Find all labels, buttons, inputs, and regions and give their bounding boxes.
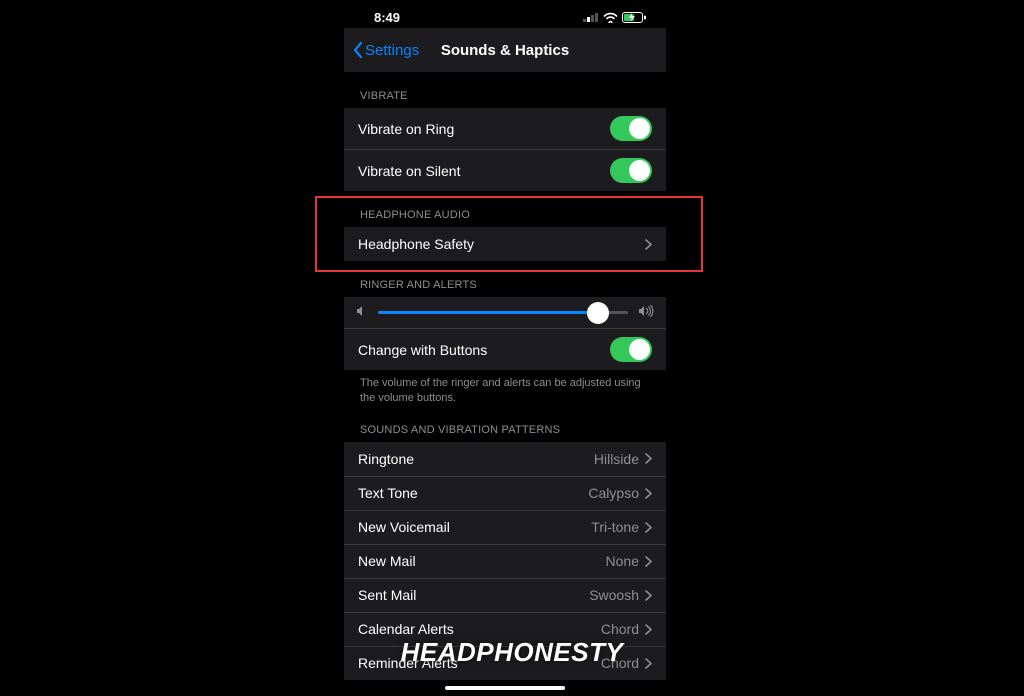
- row-label: Change with Buttons: [358, 342, 487, 358]
- row-label: Text Tone: [358, 485, 418, 501]
- row-label: Headphone Safety: [358, 236, 474, 252]
- row-value: Tri-tone: [591, 519, 639, 535]
- row-value: Hillside: [594, 451, 639, 467]
- row-label: Vibrate on Ring: [358, 121, 454, 137]
- row-pattern[interactable]: Ringtone Hillside: [344, 442, 666, 476]
- row-label: Reminder Alerts: [358, 655, 458, 671]
- home-indicator[interactable]: [445, 686, 565, 690]
- battery-icon: [622, 12, 646, 23]
- volume-high-icon: [638, 305, 654, 320]
- chevron-right-icon: [645, 556, 652, 567]
- phone-frame: 8:49 Settings Sounds & Haptics Vibrate V…: [344, 0, 666, 696]
- row-value: None: [606, 553, 639, 569]
- row-headphone-safety[interactable]: Headphone Safety: [344, 227, 666, 261]
- section-header-vibrate: Vibrate: [344, 72, 666, 108]
- toggle-vibrate-silent[interactable]: [610, 158, 652, 183]
- row-label: Calendar Alerts: [358, 621, 454, 637]
- status-bar: 8:49: [344, 0, 666, 28]
- section-header-ringer: Ringer and Alerts: [344, 261, 666, 297]
- row-pattern[interactable]: Calendar Alerts Chord: [344, 612, 666, 646]
- ringer-volume-slider[interactable]: [378, 311, 628, 314]
- slider-thumb[interactable]: [587, 302, 609, 324]
- row-ringer-slider: [344, 297, 666, 328]
- group-patterns: Ringtone Hillside Text Tone Calypso New Voic…: [344, 442, 666, 680]
- volume-low-icon: [356, 305, 368, 320]
- wifi-icon: [603, 12, 618, 23]
- row-vibrate-on-silent[interactable]: Vibrate on Silent: [344, 149, 666, 191]
- settings-content: Vibrate Vibrate on Ring Vibrate on Silen…: [344, 72, 666, 696]
- chevron-right-icon: [645, 488, 652, 499]
- group-headphone: Headphone Safety: [344, 227, 666, 261]
- toggle-vibrate-ring[interactable]: [610, 116, 652, 141]
- row-vibrate-on-ring[interactable]: Vibrate on Ring: [344, 108, 666, 149]
- row-value: Swoosh: [589, 587, 639, 603]
- slider-fill: [378, 311, 598, 314]
- toggle-change-buttons[interactable]: [610, 337, 652, 362]
- row-value: Chord: [601, 621, 639, 637]
- group-ringer: Change with Buttons: [344, 297, 666, 370]
- cellular-icon: [583, 12, 599, 22]
- back-button[interactable]: Settings: [344, 41, 419, 59]
- row-pattern[interactable]: New Voicemail Tri-tone: [344, 510, 666, 544]
- row-label: New Voicemail: [358, 519, 450, 535]
- row-label: Ringtone: [358, 451, 414, 467]
- group-vibrate: Vibrate on Ring Vibrate on Silent: [344, 108, 666, 191]
- row-pattern[interactable]: Sent Mail Swoosh: [344, 578, 666, 612]
- chevron-right-icon: [645, 453, 652, 464]
- row-pattern[interactable]: Text Tone Calypso: [344, 476, 666, 510]
- status-time: 8:49: [374, 10, 400, 25]
- chevron-right-icon: [645, 522, 652, 533]
- row-value: Chord: [601, 655, 639, 671]
- chevron-right-icon: [645, 590, 652, 601]
- section-header-patterns: Sounds and Vibration Patterns: [344, 406, 666, 442]
- row-label: Vibrate on Silent: [358, 163, 460, 179]
- status-icons: [583, 12, 646, 23]
- row-label: Sent Mail: [358, 587, 416, 603]
- row-pattern[interactable]: Reminder Alerts Chord: [344, 646, 666, 680]
- row-change-with-buttons[interactable]: Change with Buttons: [344, 328, 666, 370]
- chevron-left-icon: [352, 41, 363, 59]
- section-header-headphone: Headphone Audio: [344, 191, 666, 227]
- chevron-right-icon: [645, 624, 652, 635]
- chevron-right-icon: [645, 658, 652, 669]
- chevron-right-icon: [645, 239, 652, 250]
- row-pattern[interactable]: New Mail None: [344, 544, 666, 578]
- row-label: New Mail: [358, 553, 416, 569]
- section-footer-ringer: The volume of the ringer and alerts can …: [344, 370, 666, 406]
- back-label: Settings: [365, 42, 419, 59]
- row-value: Calypso: [588, 485, 639, 501]
- nav-bar: Settings Sounds & Haptics: [344, 28, 666, 72]
